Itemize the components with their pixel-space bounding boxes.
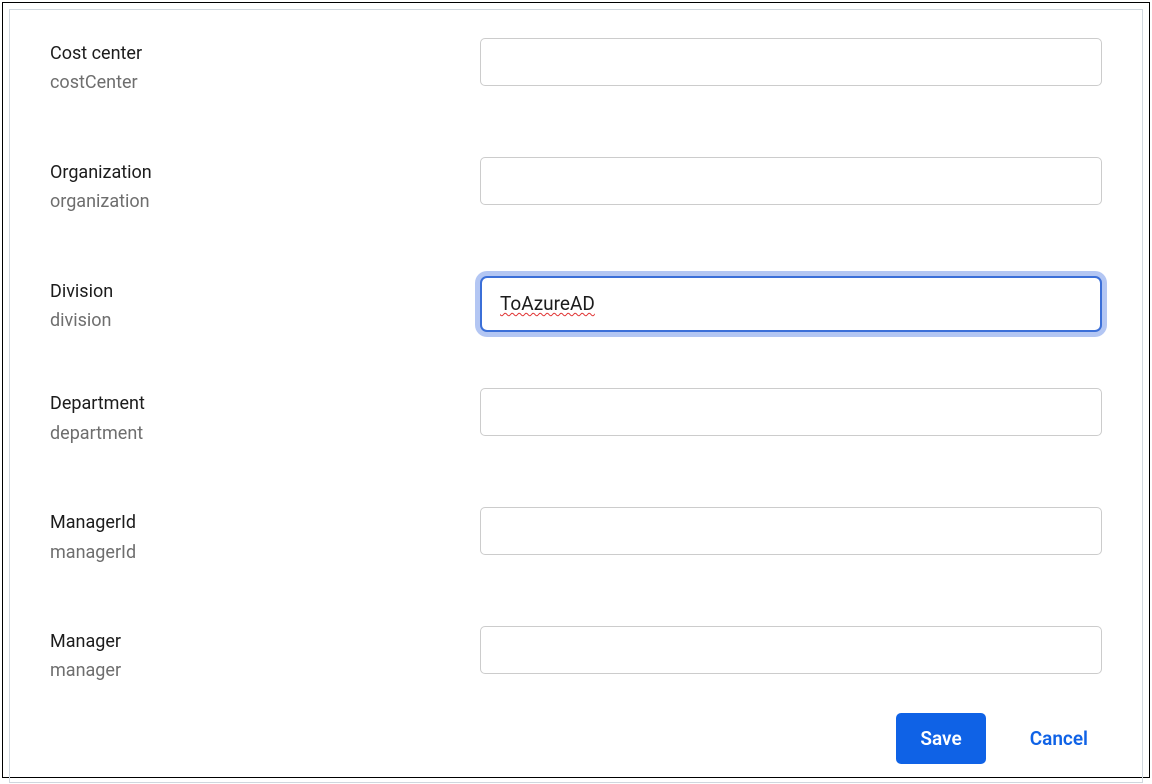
field-sublabel: division	[50, 309, 480, 332]
input-col	[480, 507, 1102, 555]
field-sublabel: costCenter	[50, 71, 480, 94]
outer-frame: Cost center costCenter Organization orga…	[2, 2, 1150, 778]
field-label: Cost center	[50, 42, 480, 65]
division-input[interactable]: ToAzureAD	[480, 276, 1102, 332]
field-label: Department	[50, 392, 480, 415]
department-input[interactable]	[480, 388, 1102, 436]
field-row-organization: Organization organization	[50, 157, 1102, 214]
field-sublabel: department	[50, 422, 480, 445]
field-sublabel: manager	[50, 659, 480, 682]
field-row-division: Division division ToAzureAD	[50, 276, 1102, 333]
field-label: Organization	[50, 161, 480, 184]
cost-center-input[interactable]	[480, 38, 1102, 86]
label-col: Organization organization	[50, 157, 480, 214]
field-row-manager: Manager manager	[50, 626, 1102, 683]
field-label: ManagerId	[50, 511, 480, 534]
label-col: Manager manager	[50, 626, 480, 683]
input-col	[480, 388, 1102, 436]
field-row-manager-id: ManagerId managerId	[50, 507, 1102, 564]
input-col: ToAzureAD	[480, 276, 1102, 332]
manager-input[interactable]	[480, 626, 1102, 674]
input-col	[480, 626, 1102, 674]
form-panel: Cost center costCenter Organization orga…	[9, 9, 1143, 783]
label-col: Cost center costCenter	[50, 38, 480, 95]
input-col	[480, 157, 1102, 205]
save-button[interactable]: Save	[896, 713, 985, 764]
field-row-cost-center: Cost center costCenter	[50, 38, 1102, 95]
field-sublabel: managerId	[50, 541, 480, 564]
field-label: Division	[50, 280, 480, 303]
label-col: ManagerId managerId	[50, 507, 480, 564]
cancel-button[interactable]: Cancel	[1026, 713, 1092, 764]
manager-id-input[interactable]	[480, 507, 1102, 555]
organization-input[interactable]	[480, 157, 1102, 205]
label-col: Department department	[50, 388, 480, 445]
label-col: Division division	[50, 276, 480, 333]
field-sublabel: organization	[50, 190, 480, 213]
input-value-text: ToAzureAD	[500, 292, 595, 315]
field-row-department: Department department	[50, 388, 1102, 445]
input-col	[480, 38, 1102, 86]
field-label: Manager	[50, 630, 480, 653]
button-row: Save Cancel	[896, 713, 1092, 764]
